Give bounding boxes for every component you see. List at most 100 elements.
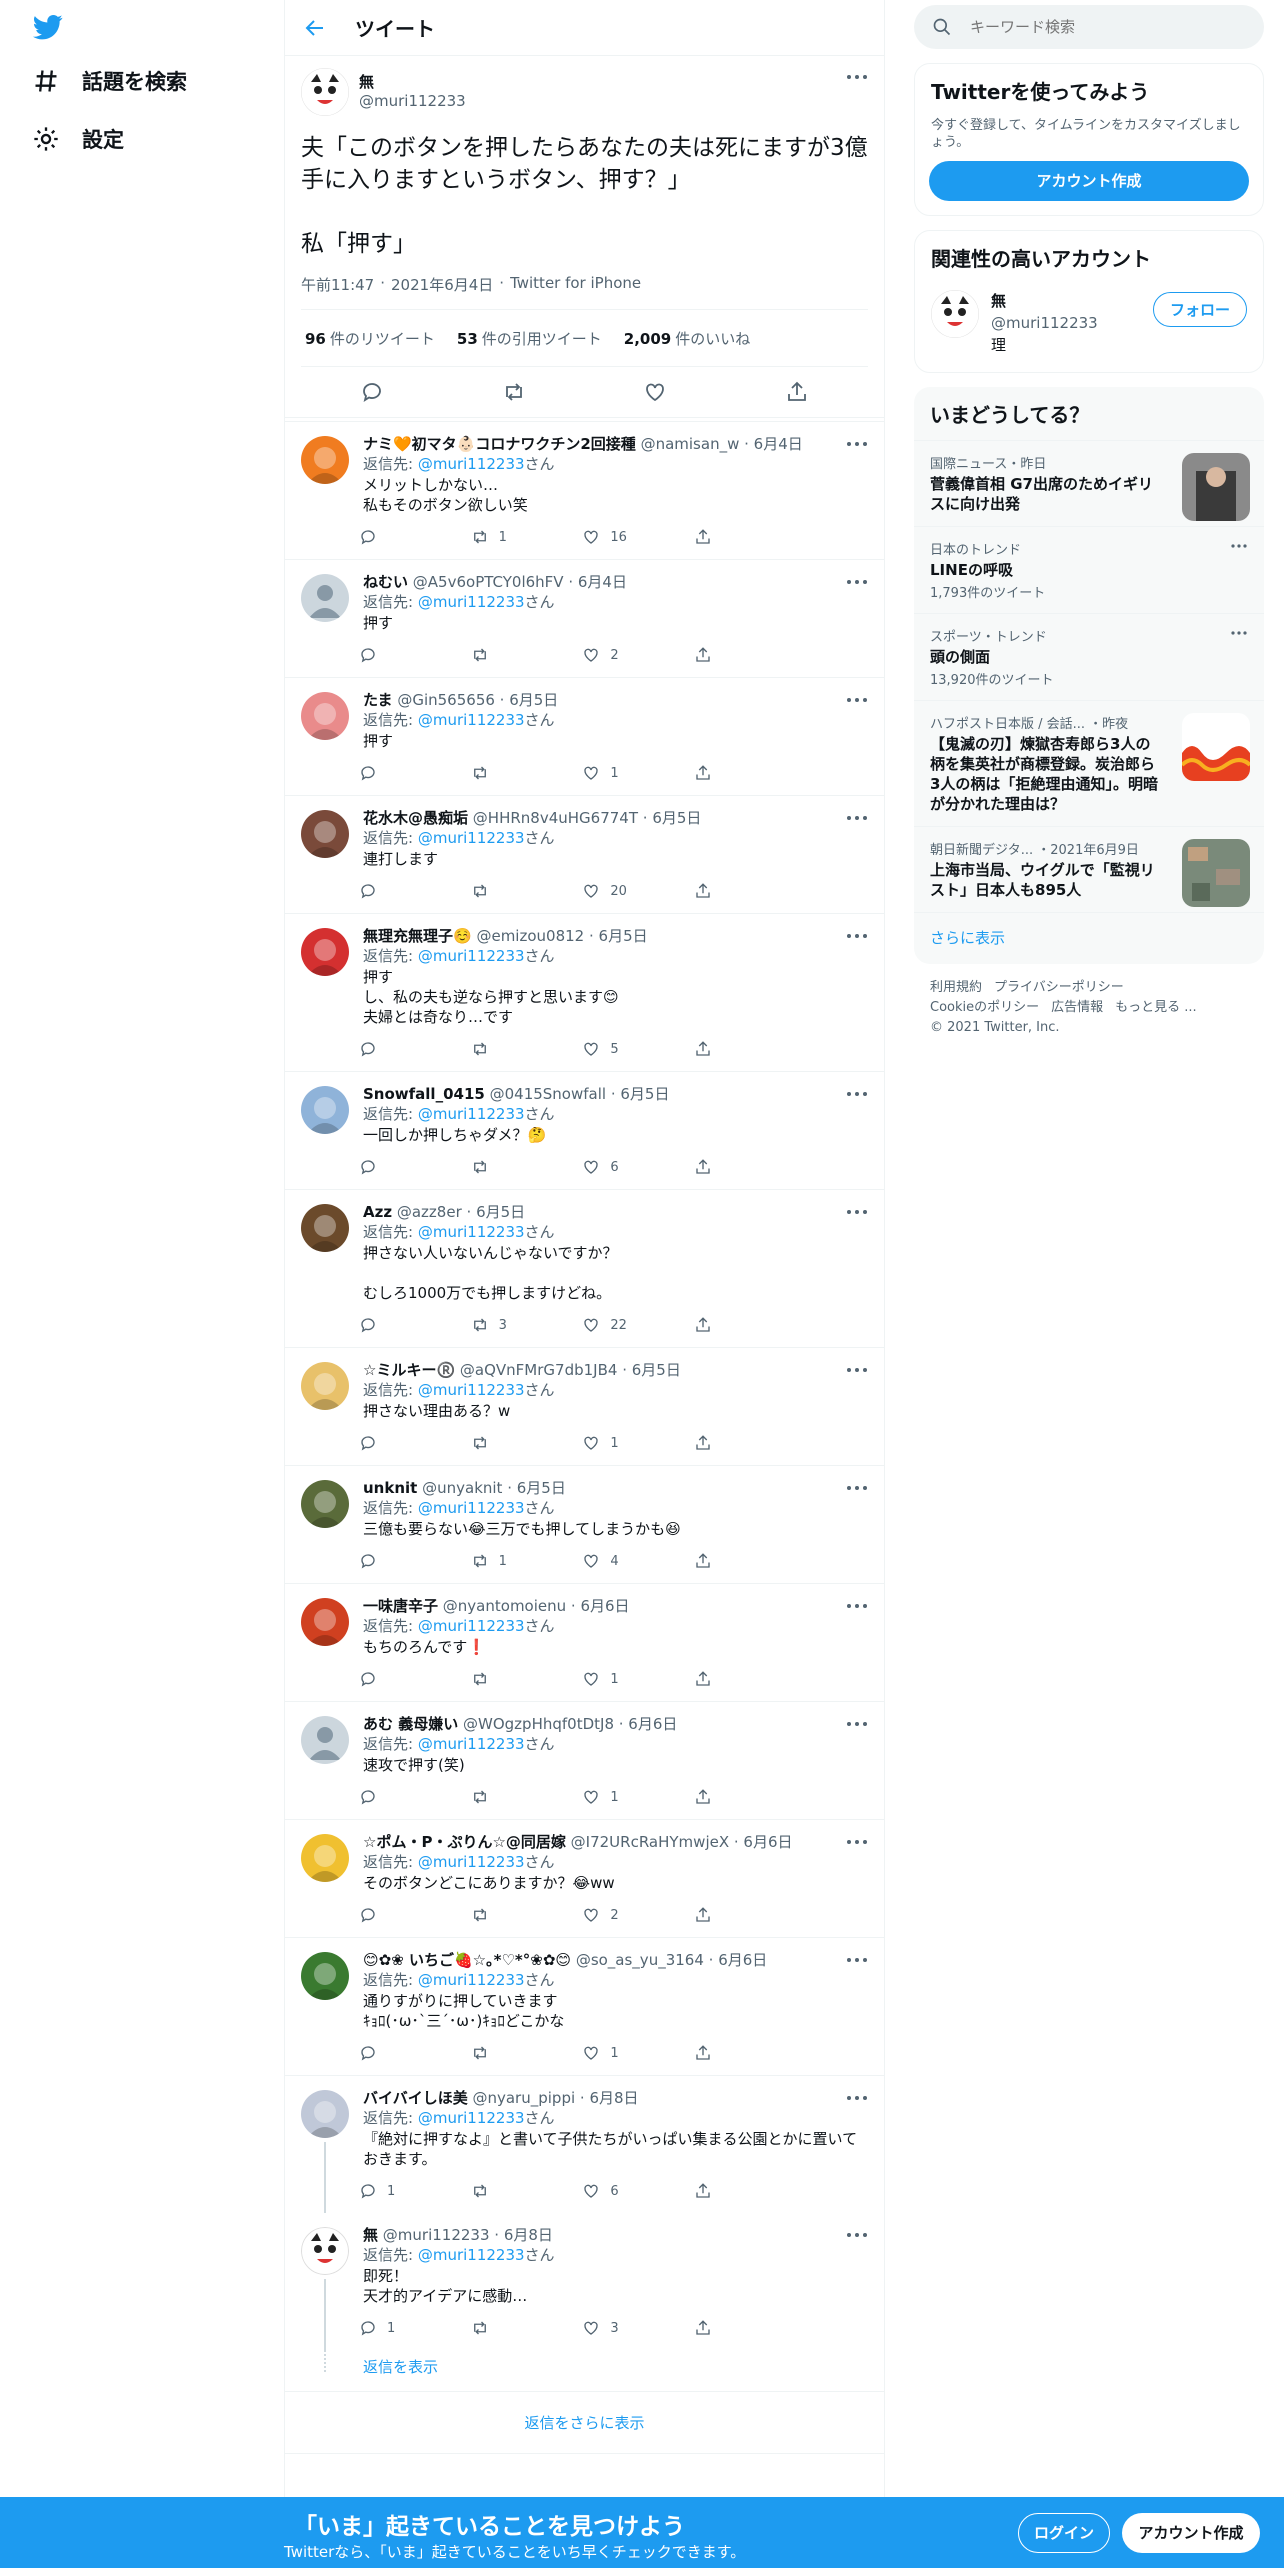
reply-author-name[interactable]: あむ 義母嫌い bbox=[363, 1715, 458, 1733]
show-more-replies-button[interactable]: 返信をさらに表示 bbox=[285, 2392, 884, 2454]
share-button[interactable] bbox=[694, 1040, 784, 1058]
reply-tweet[interactable]: 花水木@愚痴垢 @HHRn8v4uHG6774T · 6月5日 返信先: @mur… bbox=[285, 796, 884, 914]
footer-link[interactable]: Cookieのポリシー bbox=[930, 1000, 1039, 1015]
like-button[interactable]: 1 bbox=[582, 764, 672, 782]
more-icon[interactable] bbox=[846, 2231, 868, 2239]
more-icon[interactable] bbox=[846, 1956, 868, 1964]
reply-to-handle-link[interactable]: @muri112233 bbox=[418, 1105, 525, 1123]
reply-date[interactable]: 6月8日 bbox=[589, 2089, 638, 2107]
reply-tweet[interactable]: たま @Gin565656 · 6月5日 返信先: @muri112233さん 押す… bbox=[285, 678, 884, 796]
share-button[interactable] bbox=[694, 528, 784, 546]
reply-date[interactable]: 6月5日 bbox=[620, 1085, 669, 1103]
reply-button[interactable] bbox=[359, 646, 449, 664]
like-button[interactable]: 20 bbox=[582, 882, 672, 900]
share-button[interactable] bbox=[694, 646, 784, 664]
more-icon[interactable] bbox=[846, 696, 868, 704]
tweet-time[interactable]: 午前11:47 bbox=[301, 274, 374, 295]
avatar[interactable] bbox=[931, 290, 979, 338]
quotes-stat[interactable]: 53 件の引用ツイート bbox=[457, 328, 602, 349]
retweet-button[interactable] bbox=[471, 1906, 561, 1924]
reply-to-handle-link[interactable]: @muri112233 bbox=[418, 829, 525, 847]
reply-date[interactable]: 6月5日 bbox=[476, 1203, 525, 1221]
like-button[interactable]: 1 bbox=[582, 1670, 672, 1688]
like-button[interactable]: 4 bbox=[582, 1552, 672, 1570]
avatar[interactable] bbox=[301, 436, 349, 484]
more-icon[interactable] bbox=[1230, 630, 1248, 636]
reply-tweet[interactable]: 😊✿❀ いちご🍓☆｡*♡*°❀✿😊 @so_as_yu_3164 · 6月6日返… bbox=[285, 1938, 884, 2076]
reply-date[interactable]: 6月6日 bbox=[718, 1951, 767, 1969]
reply-to-handle-link[interactable]: @muri112233 bbox=[418, 1223, 525, 1241]
more-icon[interactable] bbox=[846, 1484, 868, 1492]
retweet-icon[interactable] bbox=[502, 380, 526, 404]
reply-button[interactable] bbox=[359, 1158, 449, 1176]
avatar[interactable] bbox=[301, 1480, 349, 1528]
more-icon[interactable] bbox=[846, 1838, 868, 1846]
retweet-button[interactable] bbox=[471, 2319, 561, 2337]
reply-to-handle-link[interactable]: @muri112233 bbox=[418, 593, 525, 611]
reply-tweet[interactable]: ☆ミルキー®️ @aQVnFMrG7db1JB4 · 6月5日 返信先: @mur… bbox=[285, 1348, 884, 1466]
avatar[interactable] bbox=[301, 810, 349, 858]
share-button[interactable] bbox=[694, 2044, 784, 2062]
reply-author-name[interactable]: ねむい bbox=[363, 573, 408, 591]
reply-to-handle-link[interactable]: @muri112233 bbox=[418, 947, 525, 965]
like-button[interactable]: 22 bbox=[582, 1316, 672, 1334]
reply-button[interactable] bbox=[359, 882, 449, 900]
like-button[interactable]: 16 bbox=[582, 528, 672, 546]
reply-button[interactable] bbox=[359, 764, 449, 782]
more-icon[interactable] bbox=[846, 1208, 868, 1216]
share-button[interactable] bbox=[694, 2182, 784, 2200]
share-button[interactable] bbox=[694, 882, 784, 900]
reply-button[interactable] bbox=[359, 1552, 449, 1570]
reply-to-handle-link[interactable]: @muri112233 bbox=[418, 1381, 525, 1399]
reply-button[interactable]: 1 bbox=[359, 2182, 449, 2200]
reply-author-name[interactable]: 一味唐辛子 bbox=[363, 1597, 438, 1615]
reply-tweet[interactable]: 無理充無理子☺️ @emizou0812 · 6月5日 返信先: @muri112… bbox=[285, 914, 884, 1072]
reply-button[interactable] bbox=[359, 1434, 449, 1452]
main-tweet-user[interactable]: 無 @muri112233 bbox=[301, 66, 868, 118]
avatar[interactable] bbox=[301, 692, 349, 740]
retweet-button[interactable] bbox=[471, 1788, 561, 1806]
reply-button[interactable] bbox=[359, 1040, 449, 1058]
footer-link[interactable]: プライバシーポリシー bbox=[994, 980, 1124, 995]
share-button[interactable] bbox=[694, 1158, 784, 1176]
more-icon[interactable] bbox=[846, 1090, 868, 1098]
reply-tweet[interactable]: ナミ🧡初マタ👶🏻コロナワクチン2回接種 @namisan_w · 6月4日 返信先… bbox=[285, 422, 884, 560]
likes-stat[interactable]: 2,009 件のいいね bbox=[624, 328, 750, 349]
trend-item[interactable]: 朝日新聞デジタ... ・2021年6月9日 上海市当局、ウイグルで「監視リスト」… bbox=[914, 826, 1264, 912]
reply-to-handle-link[interactable]: @muri112233 bbox=[418, 1617, 525, 1635]
retweet-button[interactable] bbox=[471, 764, 561, 782]
tweet-date[interactable]: 2021年6月4日 bbox=[391, 274, 493, 295]
reply-date[interactable]: 6月8日 bbox=[504, 2226, 553, 2244]
reply-author-name[interactable]: ☆ポム・P・ぷりん☆@同居嫁 bbox=[363, 1833, 566, 1851]
reply-icon[interactable] bbox=[360, 380, 384, 404]
back-arrow-icon[interactable] bbox=[303, 16, 327, 40]
reply-to-handle-link[interactable]: @muri112233 bbox=[418, 2246, 525, 2264]
reply-date[interactable]: 6月6日 bbox=[580, 1597, 629, 1615]
retweet-button[interactable] bbox=[471, 646, 561, 664]
more-icon[interactable] bbox=[846, 814, 868, 822]
avatar[interactable] bbox=[301, 1952, 349, 2000]
share-button[interactable] bbox=[694, 1552, 784, 1570]
retweet-button[interactable] bbox=[471, 2044, 561, 2062]
like-button[interactable]: 3 bbox=[582, 2319, 672, 2337]
reply-date[interactable]: 6月5日 bbox=[599, 927, 648, 945]
retweet-button[interactable] bbox=[471, 1158, 561, 1176]
like-button[interactable]: 6 bbox=[582, 1158, 672, 1176]
retweet-button[interactable] bbox=[471, 1040, 561, 1058]
share-icon[interactable] bbox=[785, 380, 809, 404]
reply-author-name[interactable]: 無 bbox=[363, 2226, 378, 2244]
trend-item[interactable]: スポーツ・トレンド 頭の側面 13,920件のツイート bbox=[914, 613, 1264, 700]
reply-button[interactable] bbox=[359, 528, 449, 546]
footer-link[interactable]: もっと見る ... bbox=[1115, 1000, 1197, 1015]
trends-show-more[interactable]: さらに表示 bbox=[914, 912, 1264, 964]
share-button[interactable] bbox=[694, 764, 784, 782]
reply-date[interactable]: 6月5日 bbox=[517, 1479, 566, 1497]
like-button[interactable]: 2 bbox=[582, 646, 672, 664]
reply-date[interactable]: 6月6日 bbox=[743, 1833, 792, 1851]
retweet-button[interactable]: 1 bbox=[471, 528, 561, 546]
reply-to-handle-link[interactable]: @muri112233 bbox=[418, 1735, 525, 1753]
search-input[interactable] bbox=[970, 18, 1220, 36]
more-icon[interactable] bbox=[1230, 543, 1248, 549]
reply-date[interactable]: 6月5日 bbox=[632, 1361, 681, 1379]
reply-button[interactable]: 1 bbox=[359, 2319, 449, 2337]
